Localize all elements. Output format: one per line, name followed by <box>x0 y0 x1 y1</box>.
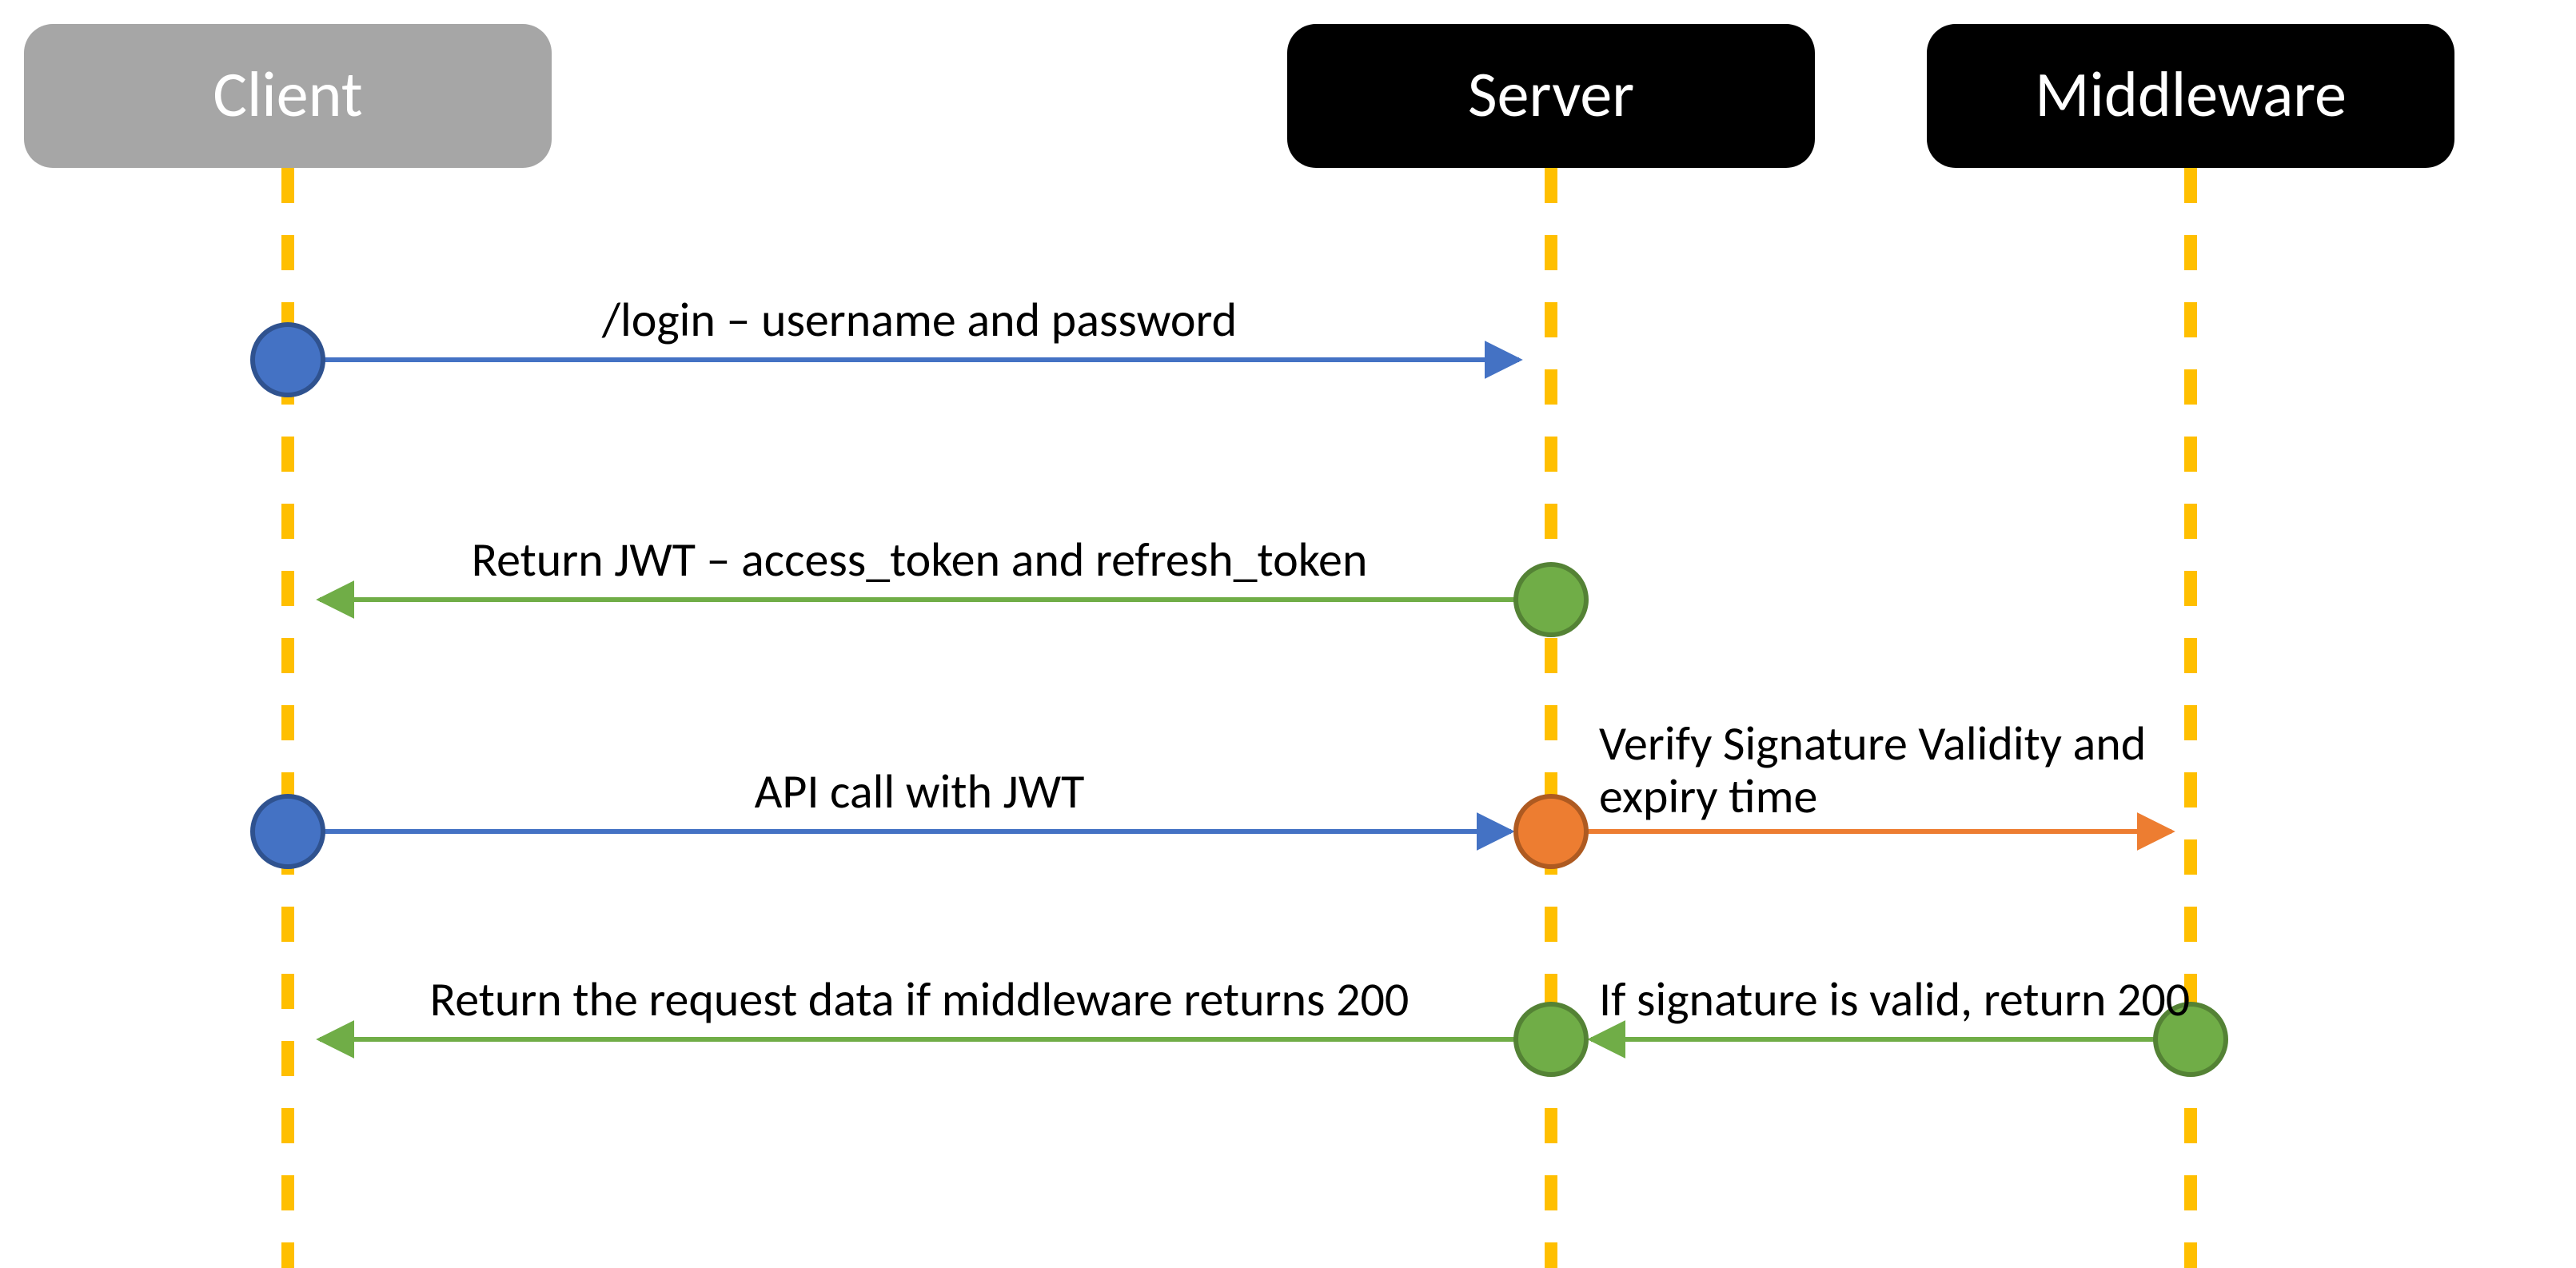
message-return-jwt-label: Return JWT – access_token and refresh_to… <box>472 531 1368 589</box>
message-return-data-label: Return the request data if middleware re… <box>430 971 1410 1029</box>
message-verify-signature: Verify Signature Validity and expiry tim… <box>1516 715 2171 867</box>
dot-origin-client-icon <box>253 325 323 395</box>
participant-middleware-label: Middleware <box>2035 56 2347 134</box>
message-return-data: Return the request data if middleware re… <box>320 971 1586 1075</box>
dot-origin-server-icon <box>1516 564 1586 635</box>
message-verify-signature-label-2: expiry time <box>1599 768 1817 826</box>
participant-client-label: Client <box>213 56 362 134</box>
message-api-call: API call with JWT <box>253 763 1511 867</box>
dot-origin-client-2-icon <box>253 796 323 867</box>
message-login-label: /login – username and password <box>601 291 1237 349</box>
message-api-call-label: API call with JWT <box>755 763 1085 821</box>
dot-origin-server-3-icon <box>1516 1004 1586 1075</box>
message-signature-valid: If signature is valid, return 200 <box>1591 971 2226 1075</box>
message-return-jwt: Return JWT – access_token and refresh_to… <box>320 531 1586 635</box>
participant-server-label: Server <box>1468 56 1634 134</box>
dot-origin-server-2-icon <box>1516 796 1586 867</box>
participant-server: Server <box>1287 24 1815 168</box>
message-verify-signature-label-1: Verify Signature Validity and <box>1599 715 2146 773</box>
message-login: /login – username and password <box>253 291 1519 395</box>
participant-middleware: Middleware <box>1927 24 2454 168</box>
participant-client: Client <box>24 24 552 168</box>
sequence-diagram: Client Server Middleware /login – userna… <box>0 0 2576 1268</box>
message-signature-valid-label: If signature is valid, return 200 <box>1599 971 2190 1029</box>
